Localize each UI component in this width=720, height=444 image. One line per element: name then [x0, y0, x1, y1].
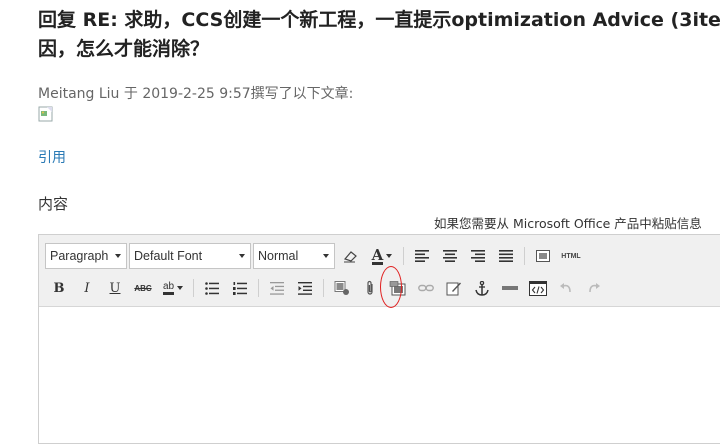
horizontal-rule-button[interactable] [496, 276, 524, 300]
toolbar-separator [258, 279, 259, 297]
rich-text-editor: Paragraph Default Font Normal A HTML B I… [38, 234, 720, 444]
source-code-button[interactable] [524, 276, 552, 300]
italic-button[interactable]: I [73, 276, 101, 300]
media-icon [389, 280, 406, 295]
align-left-button[interactable] [408, 244, 436, 268]
outdent-icon [270, 281, 284, 295]
toolbar-separator [323, 279, 324, 297]
numbered-list-icon [233, 281, 247, 295]
post-title: 回复 RE: 求助，CCS创建一个新工程，一直提示optimization Ad… [38, 6, 720, 64]
anchor-icon [475, 280, 489, 296]
chevron-down-icon [177, 286, 184, 290]
edit-icon [446, 282, 461, 295]
text-color-icon: A [371, 245, 384, 265]
indent-icon [298, 281, 312, 295]
toolbar-row-1: Paragraph Default Font Normal A HTML [45, 243, 585, 269]
size-select[interactable]: Normal [253, 243, 335, 269]
editor-content-area[interactable] [39, 307, 720, 443]
align-left-icon [415, 250, 429, 262]
redo-icon [589, 283, 600, 293]
horizontal-rule-icon [502, 286, 518, 290]
highlight-button[interactable]: ab [157, 276, 189, 300]
size-select-value: Normal [258, 249, 299, 263]
bullet-list-button[interactable] [198, 276, 226, 300]
strikethrough-button[interactable]: ABC [129, 276, 157, 300]
paste-from-office-hint[interactable]: 如果您需要从 Microsoft Office 产品中粘贴信息 [434, 213, 702, 232]
highlight-icon: ab [162, 281, 175, 295]
chevron-down-icon [323, 254, 329, 258]
align-justify-button[interactable] [492, 244, 520, 268]
anchor-button[interactable] [468, 276, 496, 300]
code-icon [529, 280, 547, 296]
eraser-icon [343, 251, 357, 263]
insert-link-button[interactable] [412, 276, 440, 300]
numbered-list-button[interactable] [226, 276, 254, 300]
redo-button[interactable] [580, 276, 608, 300]
toolbar-separator [193, 279, 194, 297]
insert-image-button[interactable] [328, 276, 356, 300]
align-center-button[interactable] [436, 244, 464, 268]
undo-icon [560, 283, 571, 293]
fullscreen-button[interactable] [529, 244, 557, 268]
content-label: 内容 [38, 195, 69, 213]
underline-button[interactable]: U [101, 276, 129, 300]
link-icon [418, 284, 434, 292]
bold-button[interactable]: B [45, 276, 73, 300]
toolbar-separator [524, 247, 525, 265]
font-select[interactable]: Default Font [129, 243, 251, 269]
toolbar-separator [403, 247, 404, 265]
post-title-line2: 因，怎么才能消除？ [38, 38, 210, 60]
html-source-button[interactable]: HTML [557, 244, 585, 268]
format-select-value: Paragraph [50, 249, 109, 263]
clear-format-button[interactable] [337, 244, 365, 268]
align-center-icon [443, 250, 457, 262]
chevron-down-icon [386, 254, 393, 258]
font-select-value: Default Font [134, 249, 203, 263]
indent-button[interactable] [291, 276, 319, 300]
chevron-down-icon [115, 254, 121, 258]
align-right-icon [471, 250, 485, 262]
align-right-button[interactable] [464, 244, 492, 268]
align-justify-icon [499, 250, 513, 262]
fullscreen-icon [536, 250, 550, 262]
insert-media-button[interactable] [384, 276, 412, 300]
bullet-list-icon [205, 281, 219, 295]
chevron-down-icon [239, 254, 245, 258]
edit-button[interactable] [440, 276, 468, 300]
post-title-line1: 回复 RE: 求助，CCS创建一个新工程，一直提示optimization Ad… [38, 9, 720, 31]
post-meta: Meitang Liu 于 2019-2-25 9:57撰写了以下文章: [38, 86, 354, 102]
attach-file-button[interactable] [356, 276, 384, 300]
toolbar-row-2: B I U ABC ab [45, 275, 608, 301]
editor-toolbar: Paragraph Default Font Normal A HTML B I… [39, 235, 720, 307]
broken-image-icon [38, 106, 53, 122]
image-icon [334, 280, 349, 295]
format-select[interactable]: Paragraph [45, 243, 127, 269]
outdent-button[interactable] [263, 276, 291, 300]
paperclip-icon [367, 280, 373, 295]
html-label: HTML [561, 252, 581, 260]
undo-button[interactable] [552, 276, 580, 300]
quote-link[interactable]: 引用 [38, 147, 66, 167]
text-color-button[interactable]: A [365, 244, 399, 268]
